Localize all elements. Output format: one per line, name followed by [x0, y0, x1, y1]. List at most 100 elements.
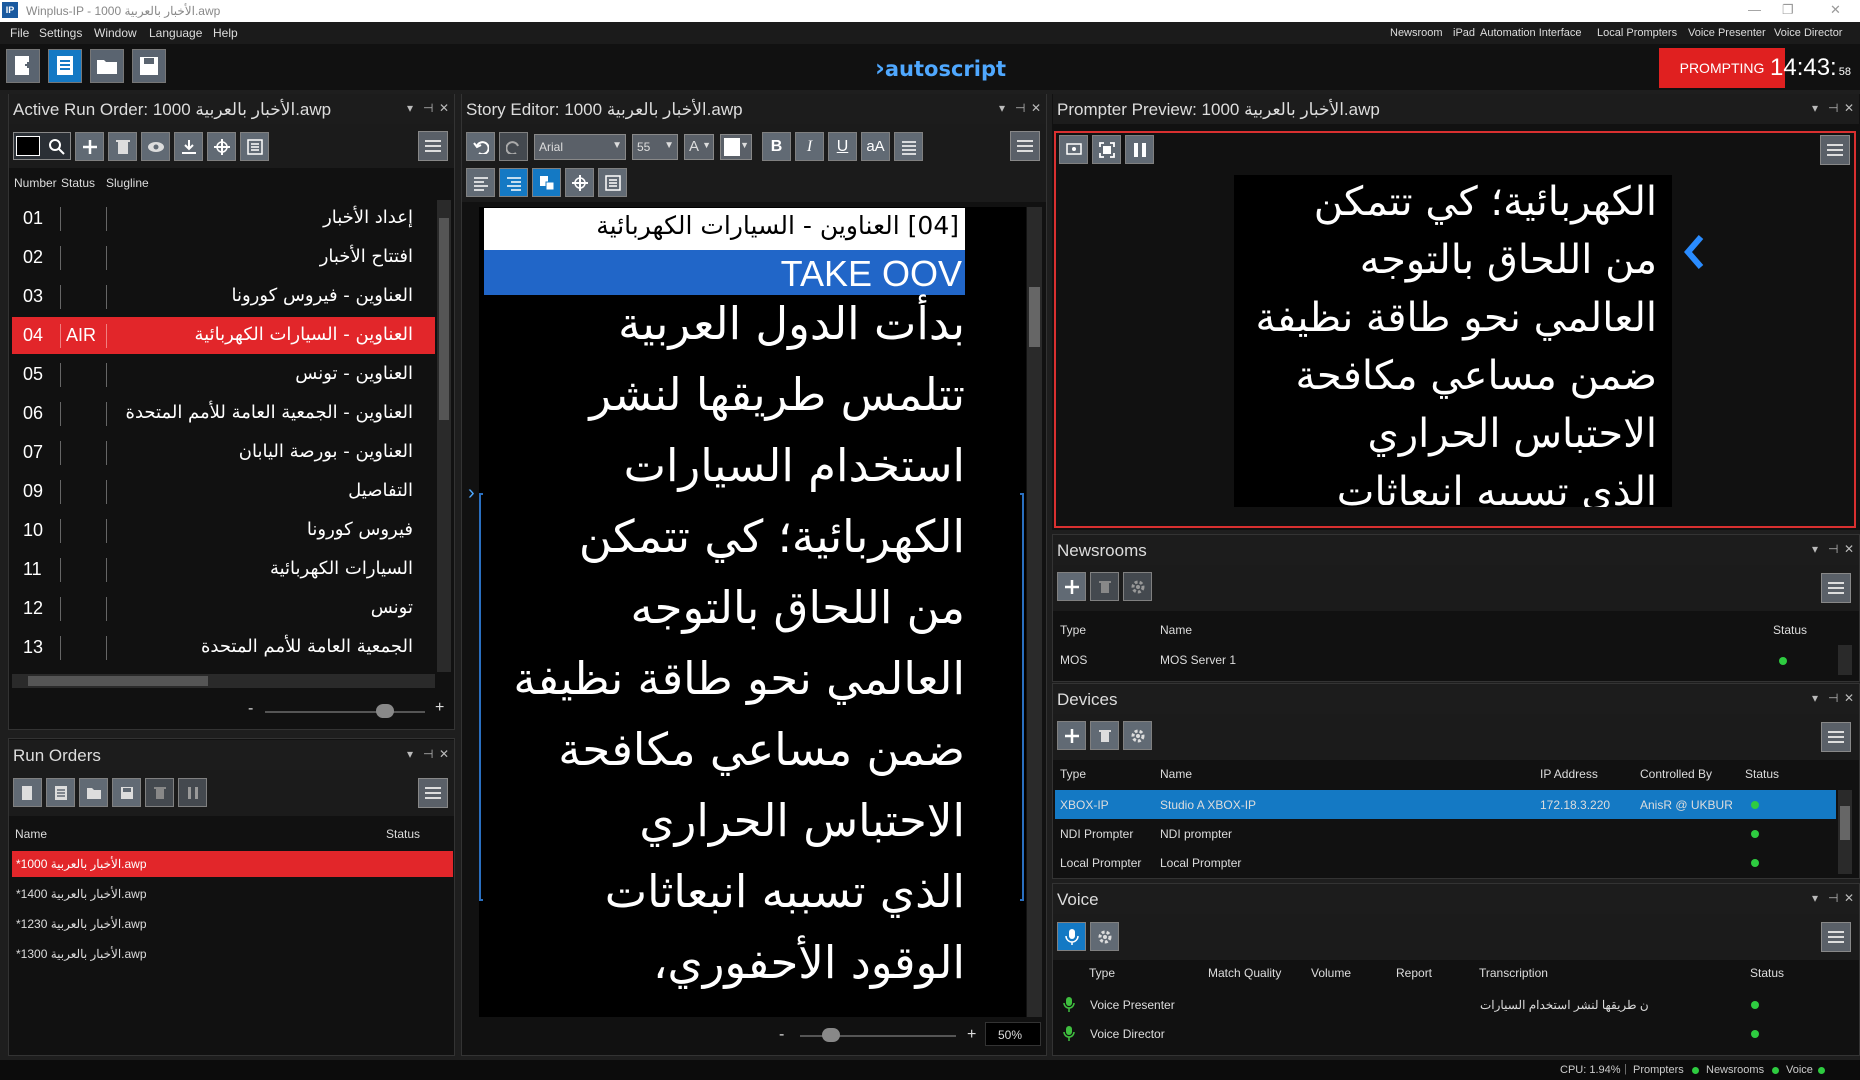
panel-close-icon[interactable]: ✕	[439, 101, 449, 115]
run-order-row[interactable]: 11 السيارات الكهربائية	[12, 551, 435, 588]
move-button[interactable]	[565, 168, 594, 197]
col-status[interactable]: Status	[61, 176, 95, 190]
delete-device-button[interactable]	[1090, 721, 1119, 750]
panel-close-icon[interactable]: ✕	[1844, 542, 1854, 556]
italic-button[interactable]: I	[795, 132, 824, 161]
preview-menu-button[interactable]	[1820, 135, 1850, 165]
run-order-row[interactable]: 06 العناوين - الجمعية العامة للأمم المتحد…	[12, 395, 435, 432]
panel-close-icon[interactable]: ✕	[1031, 101, 1041, 115]
run-order-row[interactable]: 13 الجمعية العامة للأمم المتحدة	[12, 629, 435, 666]
list-item[interactable]: *1000 الأخبار بالعربية.awp	[12, 851, 453, 877]
voice-col-status[interactable]: Status	[1750, 966, 1784, 980]
import-button[interactable]	[174, 132, 203, 161]
panel-dropdown-icon[interactable]: ▾	[1812, 101, 1818, 115]
save-button[interactable]	[132, 49, 166, 83]
list-item[interactable]: *1230 الأخبار بالعربية.awp	[12, 911, 453, 937]
newsrooms-menu-button[interactable]	[1821, 573, 1851, 603]
font-color-select[interactable]: A ▼	[684, 134, 714, 160]
panel-dropdown-icon[interactable]: ▾	[1812, 691, 1818, 705]
add-story-button[interactable]	[75, 132, 104, 161]
run-order-row[interactable]: 02 افتتاح الأخبار	[12, 239, 435, 276]
ro-zoom-track[interactable]	[265, 704, 425, 718]
preview-display-button[interactable]	[1059, 135, 1088, 164]
undo-button[interactable]	[466, 132, 495, 161]
devices-vscroll[interactable]	[1838, 790, 1852, 874]
dev-col-type[interactable]: Type	[1060, 767, 1086, 781]
search-input[interactable]	[16, 136, 40, 156]
script-vscroll[interactable]	[1027, 207, 1042, 1017]
editor-zoom-minus[interactable]: -	[779, 1026, 784, 1044]
col-slugline[interactable]: Slugline	[106, 176, 149, 190]
dev-col-controlled[interactable]: Controlled By	[1640, 767, 1712, 781]
ro-col-name[interactable]: Name	[15, 827, 47, 841]
menu-voice-director[interactable]: Voice Director	[1774, 27, 1842, 39]
underline-button[interactable]: U	[828, 132, 857, 161]
run-order-menu-button[interactable]	[418, 131, 448, 161]
delete-newsroom-button[interactable]	[1090, 572, 1119, 601]
run-order-hscroll[interactable]	[12, 674, 435, 688]
add-newsroom-button[interactable]	[1057, 572, 1086, 601]
delete-story-button[interactable]	[108, 132, 137, 161]
devices-vscroll-thumb[interactable]	[1840, 806, 1850, 840]
list-item[interactable]: *1400 الأخبار بالعربية.awp	[12, 881, 453, 907]
new-run-order-button[interactable]	[6, 49, 40, 83]
voice-col-type[interactable]: Type	[1089, 966, 1115, 980]
panel-pin-icon[interactable]: ⊣	[1828, 891, 1838, 905]
maximize-icon[interactable]: ❐	[1782, 2, 1794, 18]
run-order-vscroll-thumb[interactable]	[439, 218, 449, 420]
newsroom-settings-button[interactable]	[1123, 572, 1152, 601]
move-button[interactable]	[207, 132, 236, 161]
panel-dropdown-icon[interactable]: ▾	[1812, 891, 1818, 905]
font-family-select[interactable]: Arial ▼	[534, 134, 626, 160]
preview-story-button[interactable]	[141, 132, 170, 161]
menu-settings[interactable]: Settings	[39, 26, 82, 40]
list-item[interactable]: *1300 الأخبار بالعربية.awp	[12, 941, 453, 967]
run-order-row[interactable]: 12 تونس	[12, 590, 435, 627]
voice-menu-button[interactable]	[1821, 922, 1851, 952]
panel-dropdown-icon[interactable]: ▾	[407, 747, 413, 761]
panel-pin-icon[interactable]: ⊣	[423, 747, 433, 761]
close-window-icon[interactable]: ✕	[1830, 2, 1841, 18]
ro-zoom-minus[interactable]: -	[248, 700, 253, 718]
nr-col-type[interactable]: Type	[1060, 623, 1086, 637]
nr-col-name[interactable]: Name	[1160, 623, 1192, 637]
menu-window[interactable]: Window	[94, 26, 137, 40]
panel-close-icon[interactable]: ✕	[1844, 891, 1854, 905]
ro-delete-button[interactable]	[145, 778, 174, 807]
menu-automation-interface[interactable]: Automation Interface	[1480, 27, 1582, 39]
insert-marker-button[interactable]	[532, 168, 561, 197]
panel-close-icon[interactable]: ✕	[1844, 691, 1854, 705]
nr-col-status[interactable]: Status	[1773, 623, 1807, 637]
dev-col-status[interactable]: Status	[1745, 767, 1779, 781]
run-order-row[interactable]: 01 إعداد الأخبار	[12, 200, 435, 237]
editor-zoom-thumb[interactable]	[822, 1028, 841, 1042]
menu-local-prompters[interactable]: Local Prompters	[1597, 27, 1677, 39]
table-row[interactable]: Voice Director	[1055, 1019, 1836, 1048]
menu-language[interactable]: Language	[149, 26, 202, 40]
format-button[interactable]	[598, 168, 627, 197]
minimize-icon[interactable]: —	[1748, 2, 1761, 17]
ro-col-status[interactable]: Status	[386, 827, 420, 841]
voice-col-volume[interactable]: Volume	[1311, 966, 1351, 980]
open-run-order-button[interactable]	[48, 49, 82, 83]
ro-zoom-plus[interactable]: +	[435, 699, 444, 717]
editor-zoom-track[interactable]	[800, 1028, 956, 1042]
ro-folder-button[interactable]	[79, 778, 108, 807]
menu-help[interactable]: Help	[213, 26, 238, 40]
editor-zoom-percent[interactable]: 50%	[985, 1022, 1041, 1046]
table-row[interactable]: XBOX-IP Studio A XBOX-IP 172.18.3.220 AnisR…	[1055, 790, 1836, 819]
menu-file[interactable]: File	[10, 26, 29, 40]
panel-dropdown-icon[interactable]: ▾	[407, 101, 413, 115]
panel-close-icon[interactable]: ✕	[1844, 101, 1854, 115]
ro-save-button[interactable]	[112, 778, 141, 807]
run-order-row[interactable]: 03 العناوين - فيروس كورونا	[12, 278, 435, 315]
panel-pin-icon[interactable]: ⊣	[1828, 691, 1838, 705]
microphone-button[interactable]	[1057, 922, 1086, 951]
panel-pin-icon[interactable]: ⊣	[1828, 101, 1838, 115]
device-settings-button[interactable]	[1123, 721, 1152, 750]
voice-col-transcription[interactable]: Transcription	[1479, 966, 1548, 980]
search-box[interactable]	[13, 132, 71, 160]
highlight-color-select[interactable]: ▼	[720, 134, 752, 160]
table-row[interactable]: NDI Prompter NDI prompter	[1055, 819, 1836, 848]
panel-dropdown-icon[interactable]: ▾	[1812, 542, 1818, 556]
